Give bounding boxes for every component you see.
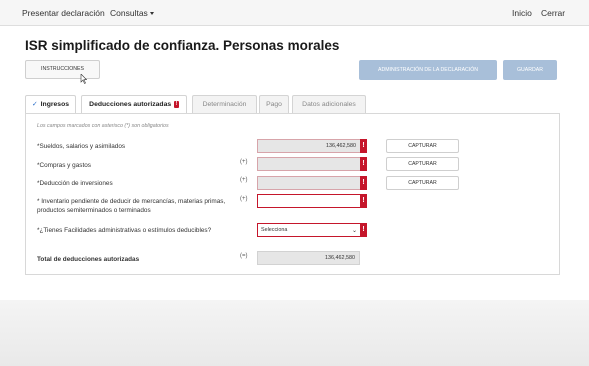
compras-gastos-label: *Compras y gastos xyxy=(37,162,91,169)
sueldos-field[interactable]: 136,462,580 xyxy=(257,139,361,153)
compras-gastos-field[interactable] xyxy=(257,157,361,171)
tab-ingresos[interactable]: ✓ Ingresos xyxy=(25,95,76,114)
nav-consultas[interactable]: Consultas xyxy=(110,8,154,18)
instrucciones-button[interactable]: INSTRUCCIONES xyxy=(25,60,100,79)
nav-inicio[interactable]: Inicio xyxy=(512,8,532,18)
plus-sign: (+) xyxy=(240,196,248,202)
facilidades-selected-value: Selecciona xyxy=(261,227,288,233)
plus-sign: (+) xyxy=(240,159,248,165)
page-footer-area xyxy=(0,300,589,366)
sueldos-label: *Sueldos, salarios y asimilados xyxy=(37,143,126,150)
facilidades-label: *¿Tienes Facilidades administrativas o e… xyxy=(37,227,212,234)
nav-presentar-declaracion[interactable]: Presentar declaración xyxy=(22,8,105,18)
tab-deducciones-label: Deducciones autorizadas xyxy=(89,101,172,108)
error-marker: ! xyxy=(360,194,367,208)
administracion-declaracion-button[interactable]: ADMINISTRACIÓN DE LA DECLARACIÓN xyxy=(359,60,497,80)
tab-ingresos-label: Ingresos xyxy=(40,101,70,108)
chevron-down-icon: ⌄ xyxy=(351,228,357,234)
checkmark-icon: ✓ xyxy=(31,101,38,108)
inventario-pendiente-field[interactable] xyxy=(257,194,361,208)
error-marker: ! xyxy=(360,157,367,171)
top-navbar: Presentar declaración Consultas Inicio C… xyxy=(0,0,589,26)
equals-sign: (=) xyxy=(240,253,248,259)
tab-deducciones-autorizadas[interactable]: Deducciones autorizadas! xyxy=(81,95,187,115)
nav-consultas-label: Consultas xyxy=(110,8,148,18)
chevron-down-icon xyxy=(149,12,154,15)
capturar-inversiones-button[interactable]: CAPTURAR xyxy=(386,176,459,190)
page-title: ISR simplificado de confianza. Personas … xyxy=(25,38,340,53)
nav-cerrar[interactable]: Cerrar xyxy=(541,8,565,18)
capturar-sueldos-button[interactable]: CAPTURAR xyxy=(386,139,459,153)
error-badge: ! xyxy=(174,101,179,108)
capturar-compras-button[interactable]: CAPTURAR xyxy=(386,157,459,171)
error-marker: ! xyxy=(360,139,367,153)
deduccion-inversiones-field[interactable] xyxy=(257,176,361,190)
facilidades-select[interactable]: Selecciona ⌄ xyxy=(257,223,361,237)
tab-datos-adicionales[interactable]: Datos adicionales xyxy=(292,95,366,114)
guardar-button[interactable]: GUARDAR xyxy=(503,60,557,80)
total-deducciones-field: 136,462,580 xyxy=(257,251,360,265)
deduccion-inversiones-label: *Deducción de inversiones xyxy=(37,180,113,187)
plus-sign: (+) xyxy=(240,177,248,183)
error-marker: ! xyxy=(360,176,367,190)
total-deducciones-label: Total de deducciones autorizadas xyxy=(37,256,140,263)
inventario-pendiente-label: * Inventario pendiente de deducir de mer… xyxy=(37,198,226,214)
required-fields-note: Los campos marcados con asterisco (*) so… xyxy=(37,123,169,129)
tab-determinacion[interactable]: Determinación xyxy=(192,95,257,114)
mouse-cursor-icon xyxy=(80,74,87,84)
error-marker: ! xyxy=(360,223,367,237)
tab-pago[interactable]: Pago xyxy=(259,95,289,114)
